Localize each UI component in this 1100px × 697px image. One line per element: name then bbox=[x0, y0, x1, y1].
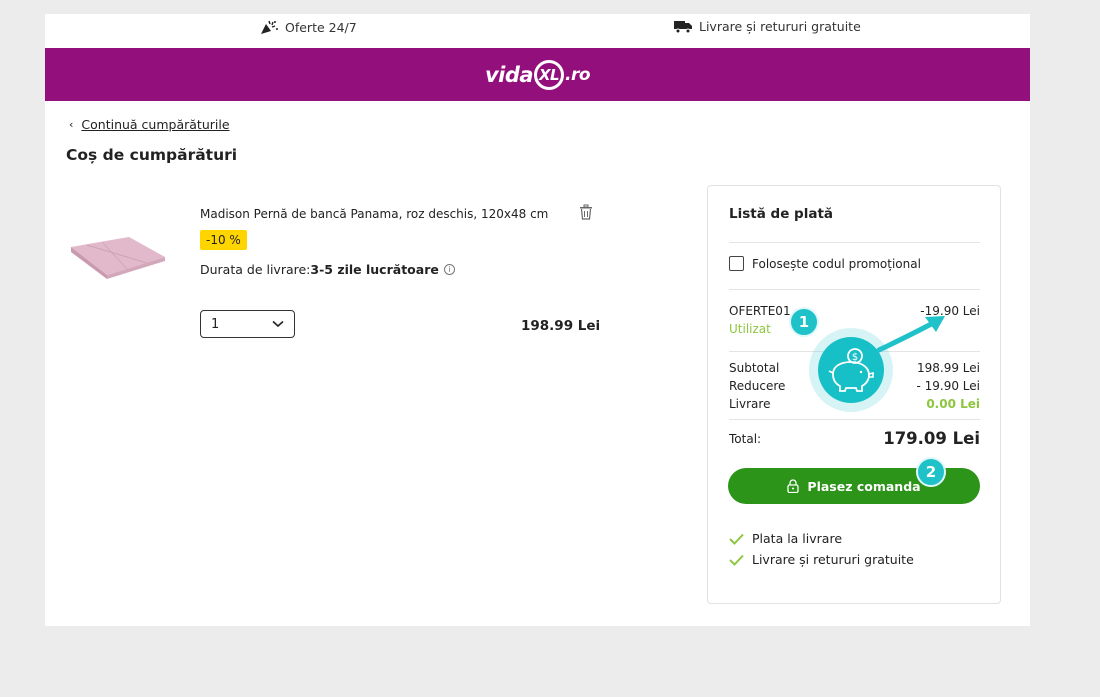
divider bbox=[729, 242, 980, 243]
shipping-item[interactable]: Livrare și retururi gratuite bbox=[673, 19, 861, 34]
quantity-select[interactable]: 1 bbox=[200, 310, 295, 338]
total-label: Total: bbox=[729, 432, 762, 446]
shipping-value: 0.00 Lei bbox=[926, 397, 980, 411]
discount-value: - 19.90 Lei bbox=[916, 379, 980, 393]
chevron-left-icon: ‹ bbox=[69, 118, 74, 131]
total-value: 179.09 Lei bbox=[883, 429, 980, 448]
delivery-time: Durata de livrare: 3-5 zile lucrătoare i bbox=[200, 262, 455, 277]
logo-xl-circle: XL bbox=[534, 59, 565, 90]
trash-icon[interactable] bbox=[579, 204, 593, 220]
item-price: 198.99 Lei bbox=[521, 318, 601, 334]
benefit-item: Livrare și retururi gratuite bbox=[729, 552, 914, 567]
place-order-label: Plasez comanda bbox=[807, 478, 921, 494]
party-popper-icon bbox=[261, 20, 278, 34]
promo-code-toggle[interactable]: Folosește codul promoțional bbox=[729, 256, 921, 271]
summary-title: Listă de plată bbox=[729, 206, 834, 222]
subtotal-value: 198.99 Lei bbox=[917, 361, 980, 375]
step-badge-1: 1 bbox=[789, 307, 819, 337]
continue-shopping-link[interactable]: ‹ Continuă cumpărăturile bbox=[69, 117, 230, 132]
lock-icon bbox=[787, 479, 800, 493]
discount-badge: -10 % bbox=[200, 230, 247, 250]
brand-header: vida XL .ro bbox=[45, 48, 1030, 101]
delivery-label: Durata de livrare: bbox=[200, 262, 311, 277]
divider bbox=[729, 289, 980, 290]
subtotal-label: Subtotal bbox=[729, 361, 780, 375]
shipping-label: Livrare și retururi gratuite bbox=[699, 19, 861, 34]
offers-item[interactable]: Oferte 24/7 bbox=[259, 19, 357, 35]
chevron-down-icon bbox=[272, 320, 284, 328]
product-image[interactable] bbox=[67, 227, 167, 283]
logo-text-right: .ro bbox=[565, 64, 591, 85]
top-info-bar: Oferte 24/7 Livrare și retururi gratuite bbox=[45, 14, 1030, 48]
promo-checkbox[interactable] bbox=[729, 256, 744, 271]
divider bbox=[729, 419, 980, 420]
logo-text-left: vida bbox=[484, 62, 534, 87]
page-title: Coș de cumpărături bbox=[66, 146, 238, 164]
vidaxl-logo[interactable]: vida XL .ro bbox=[484, 59, 591, 90]
benefit-label: Livrare și retururi gratuite bbox=[752, 552, 914, 567]
promo-status: Utilizat bbox=[729, 322, 771, 336]
arrow-indicator bbox=[876, 316, 945, 353]
checkmark-icon bbox=[729, 554, 744, 566]
quantity-value: 1 bbox=[211, 316, 220, 332]
promo-label: Folosește codul promoțional bbox=[752, 256, 921, 271]
benefit-label: Plata la livrare bbox=[752, 531, 843, 546]
delivery-value: 3-5 zile lucrătoare bbox=[310, 262, 439, 277]
step-badge-2: 2 bbox=[916, 457, 946, 487]
shipping-label: Livrare bbox=[729, 397, 771, 411]
logo-text-mid: XL bbox=[538, 65, 560, 84]
delivery-truck-icon bbox=[674, 21, 692, 34]
checkmark-icon bbox=[729, 533, 744, 545]
continue-shopping-label: Continuă cumpărăturile bbox=[81, 117, 230, 132]
product-name[interactable]: Madison Pernă de bancă Panama, roz desch… bbox=[200, 207, 548, 221]
discount-label: Reducere bbox=[729, 379, 786, 393]
promo-code-text: OFERTE01 bbox=[729, 304, 791, 318]
piggy-bank-icon: $ bbox=[828, 348, 874, 392]
info-icon[interactable]: i bbox=[443, 264, 455, 275]
offers-label: Oferte 24/7 bbox=[285, 19, 357, 35]
benefit-item: Plata la livrare bbox=[729, 531, 842, 546]
